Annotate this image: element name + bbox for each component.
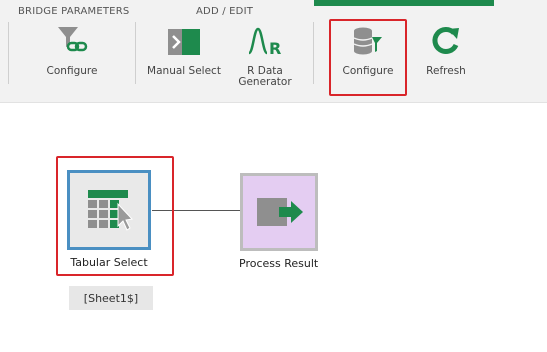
configure-bridge-label: Configure [46, 65, 98, 77]
process-result-icon [256, 198, 303, 226]
manual-select-button[interactable]: Manual Select [146, 22, 222, 94]
r-distribution-icon: R [245, 22, 285, 60]
sheet-tag[interactable]: [Sheet1$] [69, 286, 153, 310]
r-data-label-line2: Generator [238, 76, 292, 88]
process-result-label: Process Result [239, 257, 319, 270]
manual-select-label: Manual Select [147, 65, 221, 77]
refresh-button[interactable]: Refresh [418, 22, 474, 94]
group-label-bridge-parameters: BRIDGE PARAMETERS [18, 6, 130, 17]
filter-link-icon [52, 22, 92, 60]
ribbon-accent-bar [314, 0, 494, 6]
r-data-generator-button[interactable]: R R Data Generator [230, 22, 300, 94]
ribbon-separator [135, 22, 136, 84]
r-data-generator-label: R Data Generator [238, 66, 291, 88]
configure-bridge-button[interactable]: Configure [38, 22, 106, 94]
highlight-tabular-select [56, 156, 174, 276]
refresh-label: Refresh [426, 65, 466, 77]
highlight-configure-button [329, 19, 407, 96]
ribbon-toolbar: BRIDGE PARAMETERS ADD / EDIT Configure M… [0, 0, 547, 103]
refresh-icon [426, 22, 466, 60]
process-result-box[interactable] [239, 173, 318, 251]
manual-select-icon [164, 22, 204, 60]
svg-text:R: R [269, 39, 281, 58]
ribbon-separator [8, 22, 9, 84]
group-label-add-edit: ADD / EDIT [196, 6, 254, 17]
ribbon-separator [313, 22, 314, 84]
process-result-node[interactable]: Process Result [239, 173, 318, 270]
